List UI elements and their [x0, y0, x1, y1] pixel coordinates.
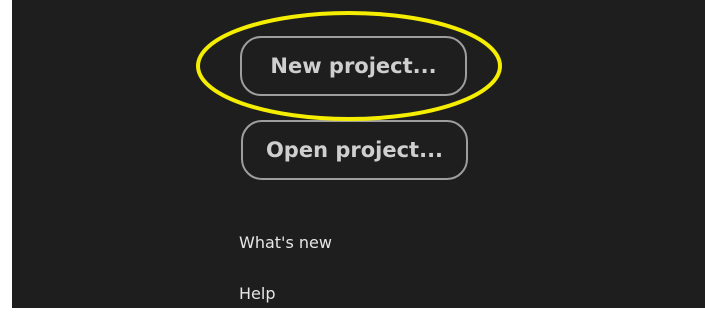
- new-project-button[interactable]: New project...: [240, 36, 467, 96]
- open-project-button[interactable]: Open project...: [241, 120, 468, 180]
- help-link[interactable]: Help: [239, 284, 275, 303]
- start-panel: New project... Open project... What's ne…: [12, 0, 705, 308]
- whats-new-link[interactable]: What's new: [239, 233, 332, 252]
